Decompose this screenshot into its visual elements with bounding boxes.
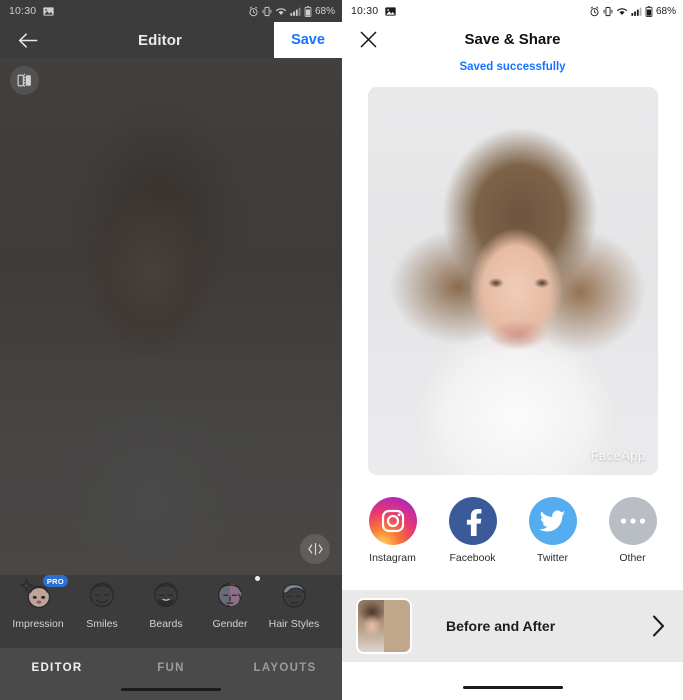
photo-detail-overlay: [367, 87, 658, 475]
share-twitter[interactable]: Twitter: [526, 497, 580, 564]
alarm-icon: [248, 6, 259, 17]
facebook-icon: [448, 497, 497, 545]
result-photo[interactable]: FaceApp: [367, 87, 658, 475]
battery-icon: [304, 5, 312, 17]
beard-face-icon: [147, 575, 185, 613]
signal-icon: [290, 6, 301, 17]
tab-fun[interactable]: FUN: [114, 662, 228, 674]
page-title: Save & Share: [464, 30, 561, 48]
battery-icon: [645, 5, 653, 17]
page-title: Editor: [138, 31, 182, 49]
filter-label: Impression: [12, 618, 64, 630]
thumbnail-before: [358, 600, 384, 652]
home-indicator: [121, 687, 221, 691]
image-icon: [43, 6, 54, 17]
before-after-thumbnail: [356, 598, 412, 654]
vibrate-icon: [262, 6, 272, 17]
instagram-icon: [368, 497, 417, 545]
share-label: Twitter: [537, 552, 568, 564]
smile-face-icon: [83, 575, 121, 613]
save-share-panel: 10:30 68% Save & Share Saved successfull…: [342, 0, 683, 700]
filter-label: Hair Styles: [268, 618, 320, 630]
filter-item-hair-color[interactable]: Ha: [326, 575, 342, 630]
gender-face-icon: [211, 575, 249, 613]
haircolor-face-icon: [339, 575, 342, 613]
signal-icon: [631, 6, 642, 17]
home-indicator: [462, 685, 563, 689]
filter-item-hair-styles[interactable]: Hair Styles: [262, 575, 326, 630]
thumbnail-after: [384, 600, 410, 652]
status-bar-time: 10:30: [351, 5, 379, 17]
vibrate-icon: [603, 6, 613, 17]
tab-editor[interactable]: EDITOR: [0, 662, 114, 674]
image-icon: [385, 6, 396, 17]
share-facebook[interactable]: Facebook: [446, 497, 500, 564]
share-header: Save & Share: [342, 22, 683, 56]
wifi-icon: [616, 6, 628, 17]
share-instagram[interactable]: Instagram: [366, 497, 420, 564]
status-bar-editor: 10:30 68%: [0, 0, 342, 22]
status-bar-share: 10:30 68%: [342, 0, 683, 22]
status-bar-time: 10:30: [9, 5, 37, 17]
compare-slider-icon: [307, 542, 323, 556]
filter-item-gender[interactable]: Gender: [198, 575, 262, 630]
share-label: Other: [619, 552, 646, 564]
filter-item-beards[interactable]: Beards: [134, 575, 198, 630]
pro-badge: PRO: [42, 575, 68, 587]
faceapp-watermark: FaceApp: [590, 448, 646, 463]
tab-layouts[interactable]: LAYOUTS: [228, 662, 342, 674]
filter-item-smiles[interactable]: Smiles: [70, 575, 134, 630]
battery-percent: 68%: [314, 5, 335, 17]
share-label: Instagram: [369, 552, 416, 564]
save-button[interactable]: Save: [274, 22, 342, 58]
chevron-right-icon[interactable]: [652, 615, 665, 637]
editor-header: Editor Save: [0, 22, 342, 58]
before-after-title: Before and After: [446, 618, 556, 634]
more-options-icon: [608, 497, 657, 545]
editor-panel: 10:30 68% Editor Save PRO Impression Smi…: [0, 0, 342, 700]
editor-photo-preview[interactable]: [0, 58, 342, 575]
filter-label: Beards: [149, 618, 183, 630]
twitter-icon: [528, 497, 577, 545]
save-status-text: Saved successfully: [459, 61, 566, 73]
share-label: Facebook: [449, 552, 496, 564]
filter-strip[interactable]: PRO Impression Smiles Beards Gender Hair…: [0, 575, 342, 640]
new-indicator-dot: [255, 576, 260, 581]
alarm-icon: [589, 6, 600, 17]
hairstyle-face-icon: [275, 575, 313, 613]
share-targets[interactable]: Instagram Facebook Twitter Other: [342, 497, 683, 564]
compare-toggle-button[interactable]: [300, 534, 330, 564]
filter-label: Smiles: [86, 618, 118, 630]
wifi-icon: [275, 6, 287, 17]
split-view-button[interactable]: [10, 66, 39, 95]
battery-percent: 68%: [655, 5, 676, 17]
split-view-icon: [17, 73, 31, 88]
filter-label: Gender: [212, 618, 248, 630]
before-after-card[interactable]: Before and After: [342, 590, 683, 662]
share-other[interactable]: Other: [606, 497, 660, 564]
filter-item-impression[interactable]: PRO Impression: [6, 575, 70, 630]
editor-bottom-tabs[interactable]: EDITOR FUN LAYOUTS: [0, 648, 342, 700]
